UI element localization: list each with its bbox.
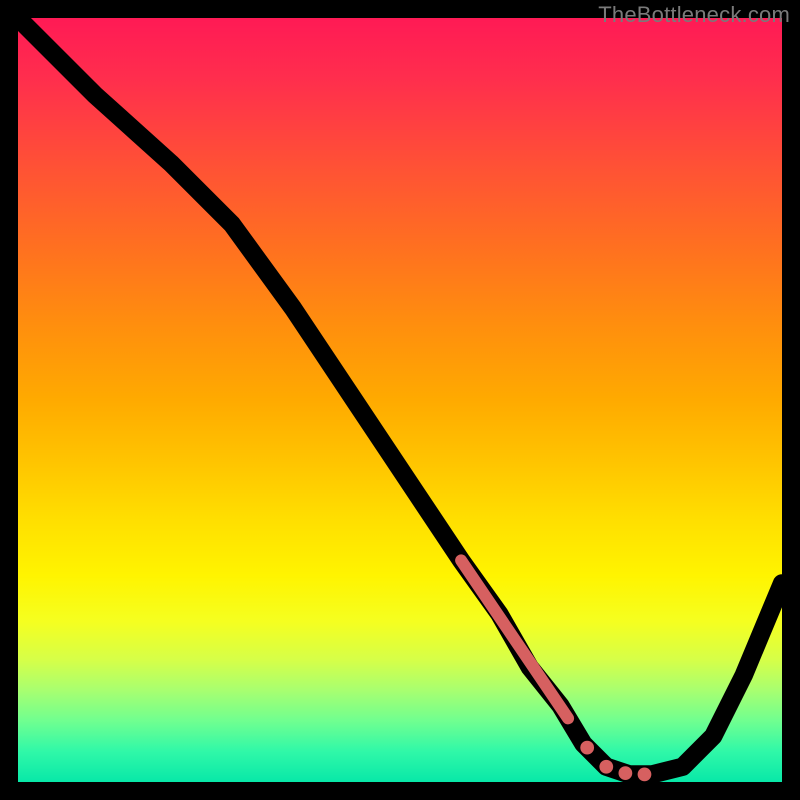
highlight-dot [599, 760, 613, 774]
highlight-dot [638, 767, 652, 781]
highlight-dot [580, 741, 594, 755]
highlight-segment [461, 560, 568, 718]
curve-line [18, 18, 782, 774]
plot-area [18, 18, 782, 782]
chart-svg [18, 18, 782, 782]
highlight-dot [619, 766, 633, 780]
chart-container: TheBottleneck.com [0, 0, 800, 800]
watermark-text: TheBottleneck.com [598, 2, 790, 28]
